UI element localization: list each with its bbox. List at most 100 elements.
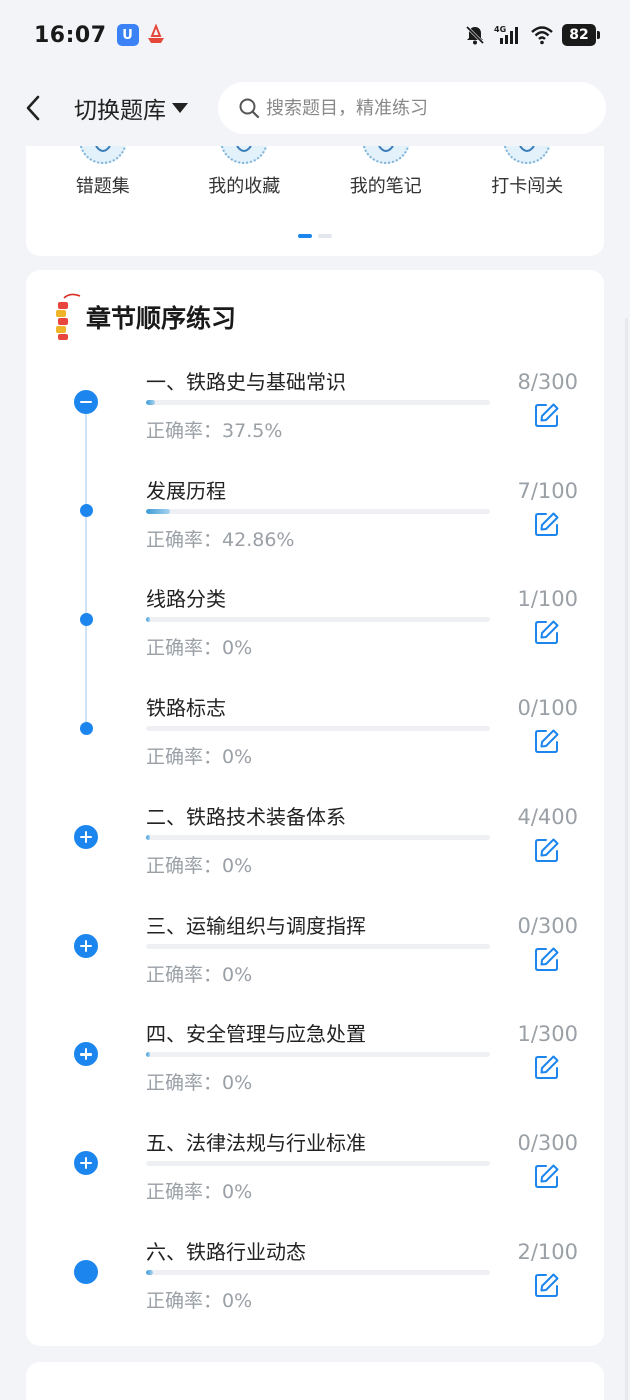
caret-down-icon (172, 103, 188, 113)
accuracy-value: 37.5% (222, 420, 283, 442)
accuracy-label: 正确率： (146, 854, 223, 877)
accuracy-text: 正确率：0% (146, 960, 252, 987)
chapter-title: 一、铁路史与基础常识 (146, 370, 346, 394)
plus-circle-icon (74, 1150, 98, 1175)
progress-bar-fill (146, 1269, 153, 1275)
question-count: 1/100 (517, 587, 578, 612)
practice-edit-button[interactable] (534, 511, 560, 537)
chapter-title: 三、运输组织与调度指挥 (146, 913, 366, 938)
accuracy-text: 正确率：0% (146, 851, 252, 878)
edit-icon (535, 838, 559, 862)
edit-icon (535, 1164, 559, 1188)
edit-icon (535, 947, 559, 971)
chapter-node[interactable] (74, 1259, 98, 1284)
practice-edit-button[interactable] (534, 946, 560, 972)
accuracy-value: 0% (222, 963, 253, 986)
quick-access-card: 错题集 我的收藏 我的笔记 打卡闯关 (26, 130, 604, 256)
chapter-row[interactable]: 三、运输组织与调度指挥 正确率：0% 0/300 (26, 914, 604, 1026)
search-box[interactable] (218, 82, 606, 134)
question-count: 4/400 (517, 804, 578, 829)
question-count: 0/300 (517, 1130, 578, 1155)
accuracy-value: 0% (222, 1289, 253, 1312)
chapter-row[interactable]: 五、法律法规与行业标准 正确率：0% 0/300 (26, 1131, 604, 1243)
accuracy-label: 正确率： (146, 1072, 223, 1095)
status-time: 16:07 (34, 22, 107, 48)
chapter-row[interactable]: 四、安全管理与应急处置 正确率：0% 1/300 (26, 1022, 604, 1134)
chapter-row[interactable]: 一、铁路史与基础常识 正确率：37.5% 8/300 (26, 370, 604, 482)
back-button[interactable] (24, 88, 58, 128)
chapter-title-row: 章节顺序练习 (52, 292, 236, 342)
chapter-row[interactable]: 铁路标志 正确率：0% 0/100 (26, 696, 604, 808)
chapter-title: 二、铁路技术装备体系 (146, 804, 346, 829)
accuracy-label: 正确率： (146, 637, 223, 660)
question-count: 0/100 (517, 696, 578, 721)
progress-bar-fill (146, 1052, 151, 1058)
status-app-icons: U (116, 24, 167, 46)
practice-edit-button[interactable] (534, 1163, 560, 1189)
timeline-dot-icon (79, 612, 93, 626)
progress-bar-fill (146, 508, 171, 514)
practice-edit-button[interactable] (534, 402, 560, 428)
chapter-row[interactable]: 二、铁路技术装备体系 正确率：0% 4/400 (26, 805, 604, 917)
progress-bar (146, 508, 490, 514)
question-count: 8/300 (517, 370, 578, 394)
practice-edit-button[interactable] (534, 1054, 560, 1080)
minus-circle-icon (74, 390, 98, 414)
plus-circle-icon (74, 824, 98, 849)
question-bank-label: 切换题库 (74, 98, 166, 124)
chapter-section-title: 章节顺序练习 (86, 304, 237, 333)
quick-access-pager (26, 234, 604, 238)
edit-icon (535, 512, 559, 536)
expand-toggle[interactable] (74, 933, 98, 958)
wifi-icon (531, 26, 553, 45)
chapter-title: 四、安全管理与应急处置 (146, 1022, 366, 1047)
status-bar: 16:07 U 4G 82 (0, 0, 630, 70)
firecracker-icon (56, 293, 81, 340)
pager-dot[interactable] (298, 234, 312, 238)
accuracy-text: 正确率：0% (146, 742, 252, 769)
accuracy-value: 0% (222, 746, 253, 769)
edit-icon (535, 620, 559, 645)
accuracy-label: 正确率： (146, 963, 223, 986)
edit-icon (535, 1273, 559, 1297)
edit-icon (535, 729, 559, 754)
question-bank-switch[interactable]: 切换题库 (74, 91, 188, 125)
accuracy-text: 正确率：42.86% (146, 525, 294, 552)
chapter-row[interactable]: 线路分类 正确率：0% 1/100 (26, 587, 604, 699)
quick-item-label: 我的笔记 (349, 176, 422, 197)
mute-bell-icon (465, 25, 485, 45)
timeline-dot-icon (79, 504, 93, 518)
chevron-left-icon (26, 95, 40, 121)
chapter-practice-card: 章节顺序练习 一、铁路史与基础常识 正确率：37.5% 8/300 发展历程 正确率：4… (26, 270, 604, 1346)
practice-edit-button[interactable] (534, 619, 560, 645)
accuracy-text: 正确率：37.5% (146, 416, 282, 443)
status-right: 4G 82 (464, 24, 600, 46)
plus-circle-icon (74, 1042, 98, 1067)
expand-toggle[interactable] (74, 1150, 98, 1175)
timeline-dot-icon (79, 721, 93, 735)
quick-item-label: 我的收藏 (208, 176, 281, 197)
collapse-toggle[interactable] (74, 390, 98, 414)
progress-bar (146, 617, 490, 623)
practice-edit-button[interactable] (534, 1272, 560, 1298)
progress-bar (146, 400, 490, 405)
chapter-title: 五、法律法规与行业标准 (146, 1130, 366, 1155)
accuracy-value: 0% (222, 854, 253, 877)
accuracy-value: 0% (222, 637, 253, 660)
expand-toggle[interactable] (74, 824, 98, 849)
search-input[interactable] (266, 97, 586, 119)
pager-dot[interactable] (318, 234, 332, 238)
practice-edit-button[interactable] (534, 837, 560, 863)
chapter-row[interactable]: 发展历程 正确率：42.86% 7/100 (26, 479, 604, 591)
filled-circle-icon (74, 1259, 98, 1284)
progress-bar (146, 1160, 490, 1166)
timeline-dot (74, 716, 98, 740)
scrollbar[interactable] (625, 318, 628, 1400)
progress-bar (146, 1269, 490, 1275)
expand-toggle[interactable] (74, 1042, 98, 1067)
chapter-row[interactable]: 六、铁路行业动态 正确率：0% 2/100 (26, 1240, 604, 1352)
practice-edit-button[interactable] (534, 728, 560, 754)
question-count: 0/300 (517, 913, 578, 938)
battery-indicator: 82 (562, 24, 600, 46)
timeline-dot (74, 499, 98, 523)
